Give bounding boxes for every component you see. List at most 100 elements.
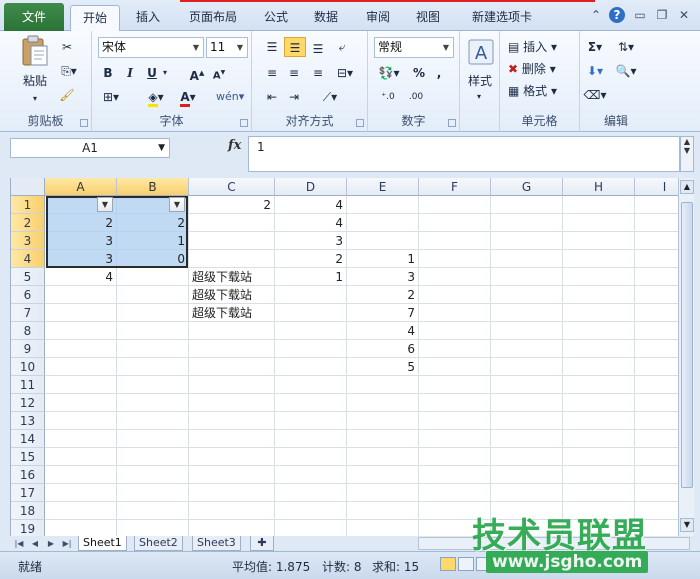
- bold-button[interactable]: B: [100, 63, 116, 83]
- row-header-10[interactable]: 10: [11, 358, 45, 376]
- styles-icon[interactable]: A: [466, 37, 496, 69]
- insert-cells-button[interactable]: ▤ 插入 ▾: [508, 37, 574, 57]
- increase-indent-icon[interactable]: ⇥: [284, 87, 304, 107]
- cell-e4[interactable]: 1: [347, 250, 418, 268]
- normal-view-icon[interactable]: [440, 557, 456, 571]
- cell-e5[interactable]: 3: [347, 268, 418, 286]
- column-header-b[interactable]: B: [117, 178, 189, 196]
- new-sheet-icon[interactable]: ✚: [250, 536, 274, 551]
- clear-icon[interactable]: ⌫▾: [582, 85, 608, 105]
- sort-filter-icon[interactable]: ⇅▾: [612, 37, 640, 57]
- formula-input[interactable]: 1: [248, 136, 680, 172]
- cell-d2[interactable]: 4: [275, 214, 346, 232]
- row-header-1[interactable]: 1: [11, 196, 45, 214]
- column-header-d[interactable]: D: [275, 178, 347, 196]
- row-header-15[interactable]: 15: [11, 448, 45, 466]
- row-header-11[interactable]: 11: [11, 376, 45, 394]
- sheet-tab-1[interactable]: Sheet1: [78, 536, 127, 551]
- underline-dropdown-icon[interactable]: ▾: [160, 63, 170, 83]
- decrease-indent-icon[interactable]: ⇤: [262, 87, 282, 107]
- minimize-icon[interactable]: ▭: [632, 7, 648, 23]
- first-sheet-icon[interactable]: |◀: [12, 537, 26, 550]
- cell-e7[interactable]: 7: [347, 304, 418, 322]
- align-top-icon[interactable]: ☰: [262, 37, 282, 57]
- align-right-icon[interactable]: ≡: [308, 63, 328, 83]
- prev-sheet-icon[interactable]: ◀: [28, 537, 42, 550]
- help-icon[interactable]: ?: [609, 7, 625, 23]
- row-header-3[interactable]: 3: [11, 232, 45, 250]
- orientation-icon[interactable]: ⟋▾: [316, 87, 344, 107]
- format-painter-icon[interactable]: 🖌: [58, 85, 76, 105]
- phonetic-icon[interactable]: wén▾: [216, 87, 244, 107]
- number-launcher-icon[interactable]: [448, 119, 456, 127]
- cell-c7[interactable]: 超级下载站: [189, 304, 255, 322]
- font-name-combo[interactable]: 宋体 ▼: [98, 37, 204, 58]
- name-box[interactable]: A1 ▼: [10, 138, 170, 158]
- copy-icon[interactable]: ⎘▾: [58, 61, 80, 81]
- cell-a3[interactable]: 3: [45, 232, 116, 250]
- font-launcher-icon[interactable]: [240, 119, 248, 127]
- find-select-icon[interactable]: 🔍▾: [612, 61, 640, 81]
- row-header-8[interactable]: 8: [11, 322, 45, 340]
- align-center-icon[interactable]: ≡: [284, 63, 304, 83]
- number-format-combo[interactable]: 常规 ▼: [374, 37, 454, 58]
- column-header-f[interactable]: F: [419, 178, 491, 196]
- clipboard-launcher-icon[interactable]: [80, 119, 88, 127]
- row-header-14[interactable]: 14: [11, 430, 45, 448]
- formula-expand-scroll[interactable]: ▲ ▼: [680, 136, 694, 172]
- tab-home[interactable]: 开始: [70, 5, 120, 32]
- cell-d3[interactable]: 3: [275, 232, 346, 250]
- sheet-tab-3[interactable]: Sheet3: [192, 536, 241, 551]
- tab-file[interactable]: 文件: [4, 3, 64, 31]
- column-header-h[interactable]: H: [563, 178, 635, 196]
- styles-dropdown-icon[interactable]: ▾: [474, 87, 484, 107]
- next-sheet-icon[interactable]: ▶: [44, 537, 58, 550]
- cell-d1[interactable]: 4: [275, 196, 346, 214]
- cell-a5[interactable]: 4: [45, 268, 116, 286]
- column-header-g[interactable]: G: [491, 178, 563, 196]
- comma-button[interactable]: ,: [432, 63, 446, 83]
- merge-center-icon[interactable]: ⊟▾: [332, 63, 358, 83]
- cell-e6[interactable]: 2: [347, 286, 418, 304]
- scroll-thumb[interactable]: [681, 202, 693, 488]
- cell-e8[interactable]: 4: [347, 322, 418, 340]
- paste-button[interactable]: 粘贴: [18, 71, 52, 91]
- row-header-12[interactable]: 12: [11, 394, 45, 412]
- tab-page-layout[interactable]: 页面布局: [178, 5, 248, 31]
- autosum-icon[interactable]: Σ▾: [582, 37, 608, 57]
- spreadsheet-grid[interactable]: A B C D E F G H I 1 2 3 4 5 6 7 8 9 10 11 12 13 14 15 16 17 18 19 ▼ ▼…: [10, 178, 678, 536]
- tab-custom[interactable]: 新建选项卡: [462, 5, 542, 31]
- italic-button[interactable]: I: [122, 63, 138, 83]
- borders-icon[interactable]: ⊞▾: [100, 87, 122, 107]
- cell-b4[interactable]: 0: [117, 250, 188, 268]
- row-header-19[interactable]: 19: [11, 520, 45, 536]
- tab-review[interactable]: 审阅: [358, 5, 398, 31]
- row-header-13[interactable]: 13: [11, 412, 45, 430]
- insert-function-icon[interactable]: fx: [228, 138, 241, 153]
- scroll-up-icon[interactable]: ▲: [680, 180, 694, 194]
- cell-b3[interactable]: 1: [117, 232, 188, 250]
- delete-cells-button[interactable]: ✖ 删除 ▾: [508, 59, 574, 79]
- row-header-9[interactable]: 9: [11, 340, 45, 358]
- cut-icon[interactable]: ✂: [58, 37, 76, 57]
- format-cells-button[interactable]: ▦ 格式 ▾: [508, 81, 574, 101]
- row-header-7[interactable]: 7: [11, 304, 45, 322]
- cell-c1[interactable]: 2: [189, 196, 274, 214]
- row-header-16[interactable]: 16: [11, 466, 45, 484]
- font-color-icon[interactable]: A▾: [176, 87, 200, 107]
- cell-d4[interactable]: 2: [275, 250, 346, 268]
- percent-button[interactable]: %: [412, 63, 426, 83]
- alignment-launcher-icon[interactable]: [356, 119, 364, 127]
- cell-e10[interactable]: 5: [347, 358, 418, 376]
- paste-dropdown-icon[interactable]: ▾: [30, 89, 40, 109]
- row-header-5[interactable]: 5: [11, 268, 45, 286]
- tab-insert[interactable]: 插入: [128, 5, 168, 31]
- tab-view[interactable]: 视图: [408, 5, 448, 31]
- grow-font-icon[interactable]: A▲: [188, 63, 206, 83]
- cell-a4[interactable]: 3: [45, 250, 116, 268]
- filter-dropdown-icon[interactable]: ▼: [97, 197, 113, 212]
- cell-b2[interactable]: 2: [117, 214, 188, 232]
- align-middle-icon[interactable]: ☰: [284, 37, 306, 57]
- font-size-combo[interactable]: 11 ▼: [206, 37, 248, 58]
- cell-a2[interactable]: 2: [45, 214, 116, 232]
